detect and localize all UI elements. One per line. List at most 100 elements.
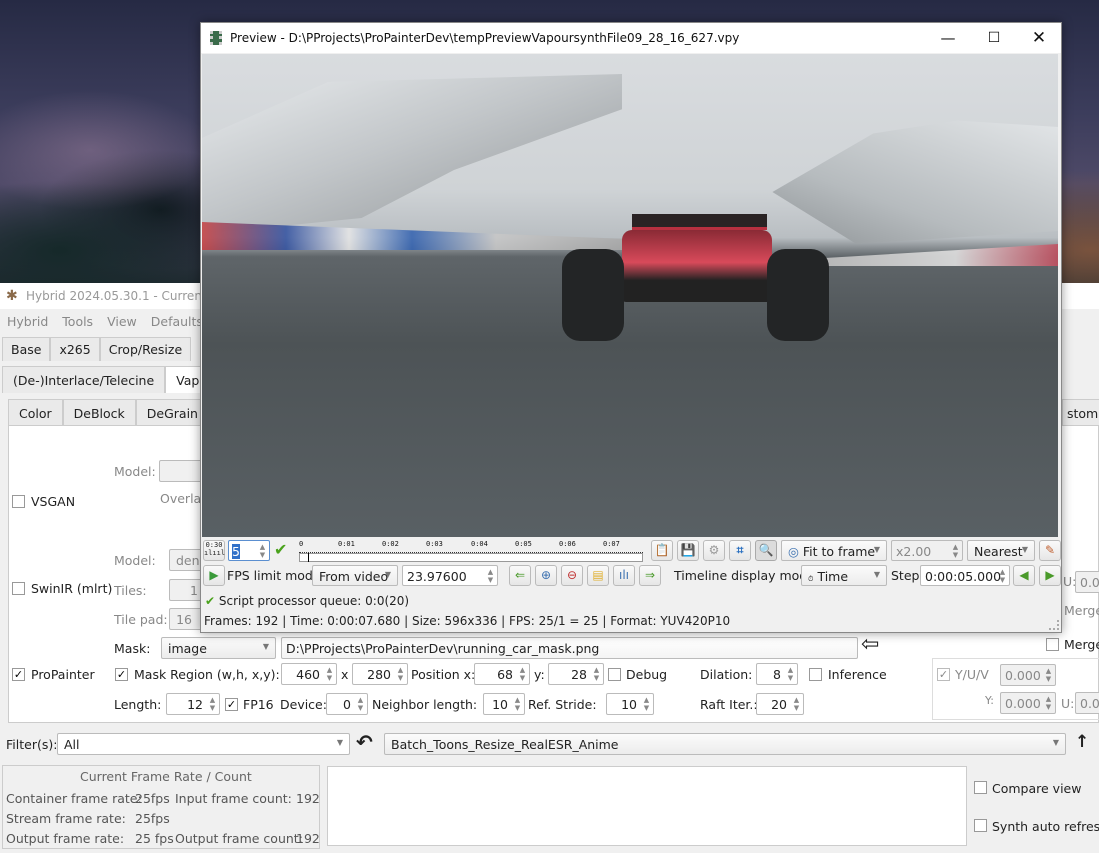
- device-spin[interactable]: 0 ▲ ▼: [326, 693, 368, 715]
- preset-select[interactable]: Batch_Toons_Resize_RealESR_Anime ▼: [384, 733, 1066, 755]
- u-field-2[interactable]: 0.0: [1075, 692, 1099, 714]
- crop-button[interactable]: ⌗: [729, 540, 751, 561]
- zoom-factor-spin[interactable]: x2.00 ▲ ▼: [891, 540, 963, 561]
- raft-iter-spin[interactable]: 20 ▲ ▼: [756, 693, 804, 715]
- tab-custom-partial[interactable]: stom: [1062, 399, 1099, 426]
- y-label: Y:: [985, 694, 994, 707]
- add-bookmark-button[interactable]: ⊕: [535, 565, 557, 586]
- spin-arrows-icon[interactable]: ▲ ▼: [207, 696, 218, 712]
- open-bookmarks-button[interactable]: ▤: [587, 565, 609, 586]
- merge-checkbox[interactable]: [1046, 638, 1059, 651]
- position-y-spin[interactable]: 28 ▲ ▼: [548, 663, 604, 685]
- timeline-slider[interactable]: 0 0:01 0:02 0:03 0:04 0:05 0:06 0:07: [299, 540, 643, 562]
- tab-x265[interactable]: x265: [50, 337, 100, 361]
- mask-region-checkbox[interactable]: ✓: [115, 668, 128, 681]
- step-forward-button[interactable]: ▶: [1039, 565, 1061, 586]
- swinir-checkbox[interactable]: [12, 582, 25, 595]
- inference-checkbox[interactable]: [809, 668, 822, 681]
- timeline-mode-icon[interactable]: 0:30 ılııl: [203, 540, 225, 561]
- tab-degrain[interactable]: DeGrain: [135, 399, 209, 426]
- mask-mode-select[interactable]: image ▼: [161, 637, 276, 659]
- tab-base[interactable]: Base: [2, 337, 51, 361]
- fps-limit-select[interactable]: From video ▼: [312, 565, 398, 586]
- spin-arrows-icon[interactable]: ▲ ▼: [355, 696, 366, 712]
- maximize-button[interactable]: ☐: [971, 23, 1017, 53]
- spin-arrows-icon[interactable]: ▲ ▼: [591, 666, 602, 682]
- undo-arrow-icon[interactable]: ↶: [356, 730, 373, 754]
- play-button[interactable]: ▶: [203, 565, 225, 586]
- frame-number-spin[interactable]: 5 ▲ ▼: [228, 540, 270, 561]
- prev-bookmark-button[interactable]: ⇐: [509, 565, 531, 586]
- timeline-track[interactable]: [299, 553, 643, 562]
- bookmarks-button[interactable]: ılı: [613, 565, 635, 586]
- up-arrow-icon[interactable]: ↑: [1075, 732, 1089, 752]
- chevron-down-icon: ▼: [1052, 738, 1059, 747]
- paste-frame-button[interactable]: 📋: [651, 540, 673, 561]
- log-text-area[interactable]: [327, 766, 967, 846]
- menu-hybrid[interactable]: Hybrid: [0, 311, 55, 333]
- fp16-checkbox[interactable]: ✓: [225, 698, 238, 711]
- position-x-spin[interactable]: 68 ▲ ▼: [474, 663, 530, 685]
- spin-arrows-icon[interactable]: ▲ ▼: [641, 696, 652, 712]
- video-barrier-left: [202, 222, 622, 250]
- tab-deinterlace[interactable]: (De-)Interlace/Telecine: [2, 366, 166, 393]
- synth-auto-refresh-checkbox[interactable]: [974, 819, 987, 832]
- ref-stride-spin[interactable]: 10 ▲ ▼: [606, 693, 654, 715]
- y-spin[interactable]: 0.000 ▲ ▼: [1000, 692, 1056, 714]
- mask-path-field[interactable]: D:\PProjects\ProPainterDev\running_car_m…: [281, 637, 858, 659]
- input-frame-count-value: 192: [296, 791, 320, 806]
- step-spin[interactable]: 0:00:05.000 ▲ ▼: [920, 565, 1010, 586]
- spin-arrows-icon[interactable]: ▲ ▼: [324, 666, 335, 682]
- zoom-mode-select[interactable]: ◎ Fit to frame ▼: [781, 540, 887, 561]
- step-back-button[interactable]: ◀: [1013, 565, 1035, 586]
- save-snapshot-button[interactable]: 💾: [677, 540, 699, 561]
- propainter-label: ProPainter: [31, 667, 95, 682]
- zoom-magnifier-button[interactable]: 🔍: [755, 540, 777, 561]
- timeline-mode-select[interactable]: ⏱ Time ▼: [801, 565, 887, 586]
- spin-arrows-icon[interactable]: ▲ ▼: [395, 666, 406, 682]
- propainter-checkbox[interactable]: ✓: [12, 668, 25, 681]
- vsgan-model-label: Model:: [114, 464, 156, 479]
- menu-view[interactable]: View: [100, 311, 144, 333]
- resize-grip[interactable]: [1049, 620, 1059, 630]
- neighbor-length-spin[interactable]: 10 ▲ ▼: [483, 693, 525, 715]
- timeline-cursor[interactable]: [307, 553, 309, 562]
- settings-gear-button[interactable]: ⚙: [703, 540, 725, 561]
- vsgan-checkbox[interactable]: [12, 495, 25, 508]
- scale-mode-select[interactable]: Nearest ▼: [967, 540, 1035, 561]
- spin-arrows-icon[interactable]: ▲ ▼: [512, 696, 523, 712]
- fps-value-spin[interactable]: 23.97600 ▲ ▼: [402, 565, 498, 586]
- spin-arrows-icon[interactable]: ▲ ▼: [785, 666, 796, 682]
- u-field-1[interactable]: 0.0: [1075, 571, 1099, 593]
- video-frame[interactable]: [202, 54, 1058, 537]
- menu-tools[interactable]: Tools: [55, 311, 100, 333]
- tab-crop-resize[interactable]: Crop/Resize: [99, 337, 192, 361]
- spin-arrows-icon[interactable]: ▲ ▼: [517, 666, 528, 682]
- compare-view-checkbox[interactable]: [974, 781, 987, 794]
- spin-arrows-icon[interactable]: ▲ ▼: [257, 543, 268, 559]
- spin-arrows-icon[interactable]: ▲ ▼: [950, 543, 961, 559]
- mask-width-spin[interactable]: 460 ▲ ▼: [281, 663, 337, 685]
- close-button[interactable]: ✕: [1016, 23, 1062, 53]
- frame-number-value: 5: [232, 544, 240, 559]
- spin-arrows-icon[interactable]: ▲ ▼: [997, 568, 1008, 584]
- tab-color[interactable]: Color: [8, 399, 63, 426]
- color-picker-button[interactable]: ✎: [1039, 540, 1061, 561]
- yuv-spin[interactable]: 0.000 ▲ ▼: [1000, 664, 1056, 686]
- mask-height-spin[interactable]: 280 ▲ ▼: [352, 663, 408, 685]
- mask-browse-arrow-icon[interactable]: ⇦: [861, 632, 879, 657]
- tab-deblock[interactable]: DeBlock: [62, 399, 136, 426]
- input-frame-count-label: Input frame count:: [175, 791, 292, 806]
- dilation-spin[interactable]: 8 ▲ ▼: [756, 663, 798, 685]
- remove-bookmark-button[interactable]: ⊖: [561, 565, 583, 586]
- yuv-checkbox[interactable]: ✓: [937, 668, 950, 681]
- filters-select[interactable]: All ▼: [57, 733, 350, 755]
- spin-arrows-icon[interactable]: ▲ ▼: [791, 696, 802, 712]
- minimize-button[interactable]: —: [925, 23, 971, 53]
- debug-checkbox[interactable]: [608, 668, 621, 681]
- spin-arrows-icon[interactable]: ▲ ▼: [1043, 667, 1054, 683]
- next-bookmark-button[interactable]: ⇒: [639, 565, 661, 586]
- spin-arrows-icon[interactable]: ▲ ▼: [1043, 695, 1054, 711]
- spin-arrows-icon[interactable]: ▲ ▼: [485, 568, 496, 584]
- length-spin[interactable]: 12 ▲ ▼: [166, 693, 220, 715]
